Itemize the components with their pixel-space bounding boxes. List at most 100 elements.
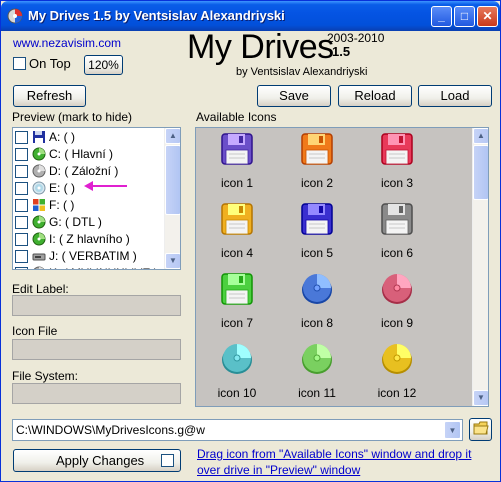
available-icon[interactable]: icon 4 [202,200,272,270]
browse-folder-button[interactable] [469,418,492,441]
edit-label-field[interactable] [12,295,181,316]
drive-label: I: ( Z hlavního ) [49,232,130,246]
icon-caption: icon 6 [380,246,414,260]
minimize-button[interactable]: _ [431,6,452,27]
chevron-down-icon[interactable]: ▼ [444,421,461,439]
green-disk-icon [32,232,46,246]
available-icon[interactable]: icon 3 [362,130,432,200]
drive-row[interactable]: A: ( ) [13,129,165,146]
folder-icon [473,421,489,435]
green-disk-icon [32,215,46,229]
scroll-up-button[interactable]: ▲ [165,128,180,144]
hide-drive-checkbox[interactable] [15,199,28,212]
icon-caption: icon 3 [380,176,414,190]
floppy-disk-icon [202,200,272,236]
available-icons-panel[interactable]: icon 1 icon 2 icon 3 icon 4 icon 5 icon 6 icon… [195,127,489,407]
drive-label: F: ( ) [49,198,75,212]
floppy-disk-icon [282,200,352,236]
hide-drive-checkbox[interactable] [15,250,28,263]
file-system-caption: File System: [12,369,79,383]
main-window: My Drives 1.5 by Ventsislav Alexandriysk… [0,0,501,482]
scroll-thumb[interactable] [165,145,180,215]
icon-caption: icon 7 [220,316,254,330]
author-label: by Ventsislav Alexandriyski [236,66,368,78]
drive-row[interactable]: K: ( MYLINUXLIVE ) [13,265,165,269]
available-icon[interactable]: icon 5 [282,200,352,270]
drive-label: E: ( ) [49,181,75,195]
file-system-field[interactable] [12,383,181,404]
green-disk-icon [32,147,46,161]
close-button[interactable]: ✕ [477,6,498,27]
hide-drive-checkbox[interactable] [15,233,28,246]
icon-caption: icon 10 [217,386,257,400]
hide-drive-checkbox[interactable] [15,216,28,229]
drive-label: G: ( DTL ) [49,215,102,229]
title-bar[interactable]: My Drives 1.5 by Ventsislav Alexandriysk… [1,1,500,31]
apply-changes-label: Apply Changes [56,453,145,468]
drive-row[interactable]: G: ( DTL ) [13,214,165,231]
available-icon[interactable]: icon 11 [282,340,352,406]
hard-disk-icon [362,270,432,306]
hard-disk-icon [202,340,272,376]
icon-file-field[interactable] [12,339,181,360]
preview-scrollbar[interactable]: ▲ ▼ [164,128,180,269]
icon-library-combo[interactable]: C:\WINDOWS\MyDrivesIcons.g@w ▼ [12,419,463,441]
available-icon[interactable]: icon 8 [282,270,352,340]
hide-drive-checkbox[interactable] [15,267,28,269]
available-icon[interactable]: icon 6 [362,200,432,270]
app-version: 1.5 [332,44,351,59]
zoom-button[interactable]: 120% [84,55,123,75]
available-icon[interactable]: icon 10 [202,340,272,406]
reload-button[interactable]: Reload [338,85,412,107]
floppy-disk-icon [362,130,432,166]
windows-drive-icon [32,198,46,212]
refresh-button[interactable]: Refresh [13,85,86,107]
usb-drive-icon [32,249,46,263]
on-top-checkbox[interactable] [13,57,26,70]
floppy-disk-icon [282,130,352,166]
icon-caption: icon 11 [298,386,336,400]
hide-drive-checkbox[interactable] [15,148,28,161]
available-icon[interactable]: icon 1 [202,130,272,200]
drive-label: C: ( Hlavní ) [49,147,114,161]
icon-library-path: C:\WINDOWS\MyDrivesIcons.g@w [16,423,205,437]
hard-disk-icon [282,340,352,376]
available-icon[interactable]: icon 7 [202,270,272,340]
icon-caption: icon 5 [300,246,334,260]
save-button[interactable]: Save [257,85,331,107]
icon-caption: icon 1 [220,176,254,190]
apply-changes-checkbox[interactable] [161,454,174,467]
maximize-button[interactable]: □ [454,6,475,27]
available-icon[interactable]: icon 2 [282,130,352,200]
drive-row[interactable]: I: ( Z hlavního ) [13,231,165,248]
icon-caption: icon 2 [300,176,334,190]
floppy-disk-icon [202,270,272,306]
icons-scroll-up-button[interactable]: ▲ [473,128,488,144]
hard-disk-icon [282,270,352,306]
icons-scroll-thumb[interactable] [473,145,488,200]
app-name: My Drives [187,28,334,66]
icon-caption: icon 8 [300,316,334,330]
preview-list[interactable]: A: ( ) C: ( Hlavní ) D: ( Záložní ) E: ( ) F… [12,127,181,270]
drive-row[interactable]: F: ( ) [13,197,165,214]
drive-row[interactable]: D: ( Záložní ) [13,163,165,180]
app-years: 2003-2010 [327,31,385,45]
website-link[interactable]: www.nezavisim.com [13,36,121,50]
grey-disk-icon [32,164,46,178]
scroll-down-button[interactable]: ▼ [165,253,180,269]
drive-row[interactable]: C: ( Hlavní ) [13,146,165,163]
hide-drive-checkbox[interactable] [15,182,28,195]
drive-row[interactable]: J: ( VERBATIM ) [13,248,165,265]
available-icon[interactable]: icon 9 [362,270,432,340]
floppy-disk-icon [202,130,272,166]
available-icon[interactable]: icon 12 [362,340,432,406]
icons-scroll-down-button[interactable]: ▼ [473,390,488,406]
load-button[interactable]: Load [418,85,492,107]
floppy-disk-icon [362,200,432,236]
hide-drive-checkbox[interactable] [15,165,28,178]
icons-scrollbar[interactable]: ▲ ▼ [472,128,488,406]
grey-disk-icon [32,266,46,269]
hide-drive-checkbox[interactable] [15,131,28,144]
apply-changes-button[interactable]: Apply Changes [13,449,181,472]
icon-caption: icon 12 [377,386,417,400]
